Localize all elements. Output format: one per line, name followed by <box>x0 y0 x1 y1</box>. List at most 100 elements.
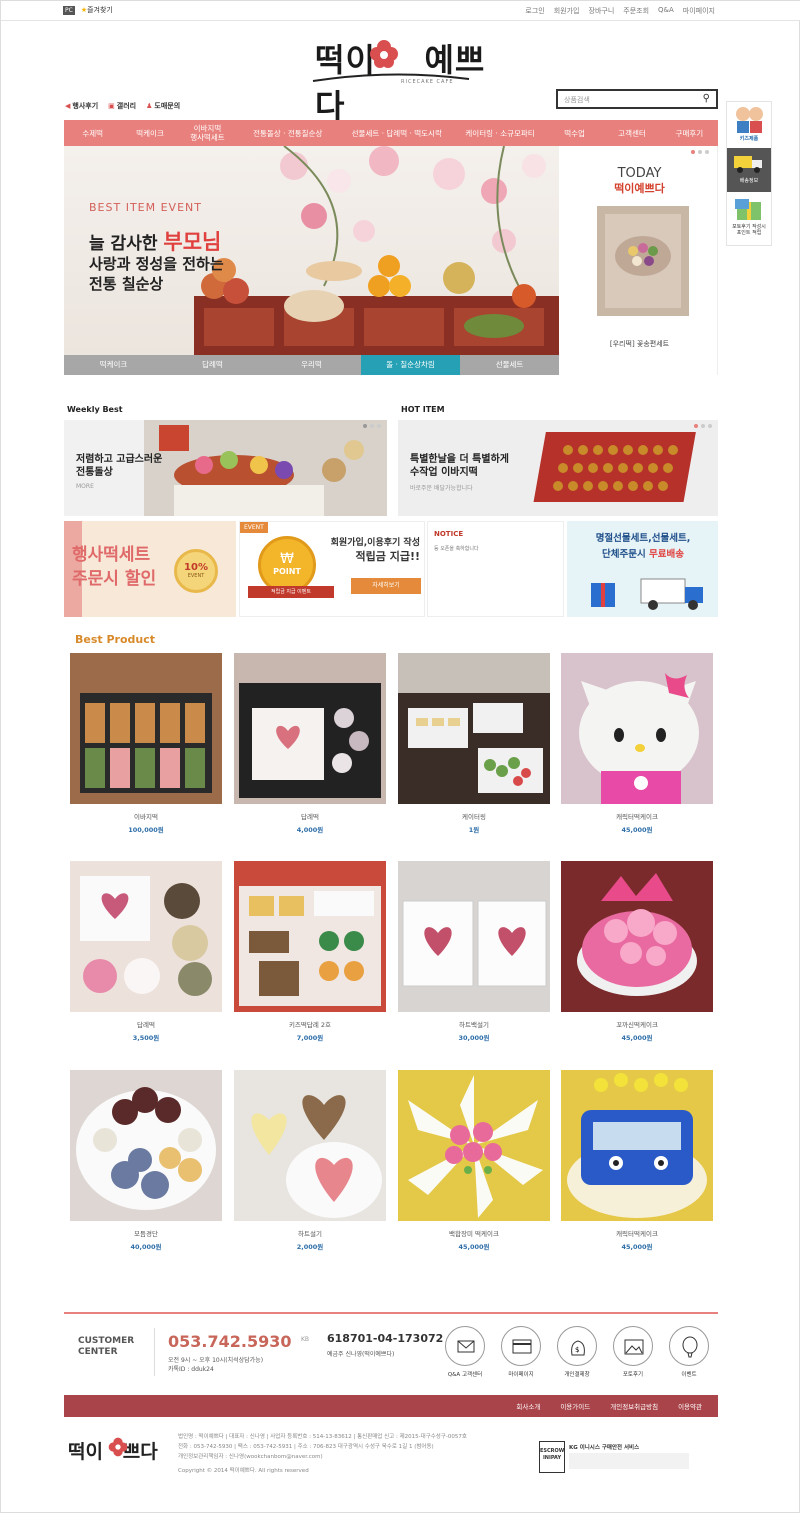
product-name[interactable]: 백합장미 떡케이크 <box>398 1228 550 1238</box>
nav-item[interactable]: 떡케이크 <box>121 129 178 138</box>
nav-item[interactable]: 수제떡 <box>64 129 121 138</box>
weekly-dots[interactable] <box>363 424 381 428</box>
weekly-best-banner[interactable]: 저렴하고 고급스러운 전통돌상 MORE <box>64 420 387 516</box>
product-name[interactable]: 답례떡 <box>234 811 386 821</box>
event-set-banner[interactable]: 행사떡세트 주문시 할인 10% EVENT <box>64 521 236 617</box>
product-name[interactable]: 모듬경단 <box>70 1228 222 1238</box>
product-name[interactable]: 하트설기 <box>234 1228 386 1238</box>
nav-item[interactable]: 선물세트 · 답례떡 · 떡도시락 <box>339 129 454 138</box>
product-card[interactable]: 케이터링 1원 <box>398 653 550 834</box>
product-image[interactable] <box>561 1070 713 1221</box>
notice-item[interactable]: 등 오픈을 축하합니다 <box>434 545 479 552</box>
side-shipping[interactable]: 배송정보 <box>727 148 771 192</box>
product-name[interactable]: 하트백설기 <box>398 1019 550 1029</box>
product-image[interactable] <box>234 861 386 1012</box>
product-card[interactable]: 모듬경단 40,000원 <box>70 1070 222 1251</box>
product-card[interactable]: 캐릭터떡케이크 45,000원 <box>561 653 713 834</box>
payment-button[interactable]: $ 개인결제창 <box>556 1326 598 1378</box>
product-name[interactable]: 답례떡 <box>70 1019 222 1029</box>
product-image[interactable] <box>70 653 222 804</box>
product-card[interactable]: 백합장미 떡케이크 45,000원 <box>398 1070 550 1251</box>
photo-review-button[interactable]: 포토후기 <box>612 1326 654 1378</box>
product-name[interactable]: 캐릭터떡케이크 <box>561 1228 713 1238</box>
search-icon[interactable]: ⚲ <box>703 93 710 104</box>
about-link[interactable]: 회사소개 <box>516 1401 540 1411</box>
nav-item[interactable]: 고객센터 <box>603 129 660 138</box>
mypage-link[interactable]: 마이페이지 <box>683 6 715 16</box>
product-price: 2,000원 <box>296 1243 324 1251</box>
product-card[interactable]: 캐릭터떡케이크 45,000원 <box>561 1070 713 1251</box>
nav-item[interactable]: 케이터링 · 소규모파티 <box>454 129 546 138</box>
site-logo[interactable]: 떡이 예쁘다 RICECAKE CAFE <box>301 31 501 125</box>
join-link[interactable]: 회원가입 <box>554 6 580 16</box>
product-image[interactable] <box>561 653 713 804</box>
product-name[interactable]: 케이터링 <box>398 811 550 821</box>
product-image[interactable] <box>398 1070 550 1221</box>
today-caption[interactable]: [우리떡] 꽃송편세트 <box>561 339 718 349</box>
hero-banner[interactable]: BEST ITEM EVENT 늘 감사한 부모님 사랑과 정성을 전하는 전통 … <box>64 146 559 356</box>
order-link[interactable]: 주문조회 <box>623 6 649 16</box>
nav-item[interactable]: 이바지떡 행사떡세트 <box>179 124 236 142</box>
today-dots[interactable] <box>691 150 709 154</box>
product-image[interactable] <box>398 861 550 1012</box>
product-image[interactable] <box>234 1070 386 1221</box>
hero-tab[interactable]: 우리떡 <box>262 355 361 375</box>
search-input[interactable]: 상품검색 ⚲ <box>556 89 718 109</box>
review-link[interactable]: ◀ 행사후기 <box>65 101 98 111</box>
product-name[interactable]: 키즈떡답례 2호 <box>234 1019 386 1029</box>
privacy-link[interactable]: 개인정보취급방침 <box>610 1401 658 1411</box>
wholesale-link[interactable]: ♟ 도매문의 <box>146 101 180 111</box>
more-button[interactable]: 자세히보기 <box>351 578 421 594</box>
logo-sub: RICECAKE CAFE <box>401 79 454 85</box>
product-price: 4,000원 <box>296 826 324 834</box>
product-name[interactable]: 꼬까신떡케이크 <box>561 1019 713 1029</box>
product-card[interactable]: 키즈떡답례 2호 7,000원 <box>234 861 386 1042</box>
hot-item-banner[interactable]: 특별한날을 더 특별하게 수작업 이바지떡 바로주문 배달가능합니다 <box>398 420 718 516</box>
notice-title: NOTICE <box>434 530 464 538</box>
truck-icon <box>734 156 762 173</box>
nav-item[interactable]: 전통돌상 · 전통칠순상 <box>236 129 339 138</box>
qna-link[interactable]: Q&A <box>658 6 674 16</box>
mypage-button[interactable]: 마이페이지 <box>500 1326 542 1378</box>
product-price: 30,000원 <box>458 1034 490 1042</box>
weekly-more-link[interactable]: MORE <box>76 483 94 490</box>
product-image[interactable] <box>70 1070 222 1221</box>
product-card[interactable]: 꼬까신떡케이크 45,000원 <box>561 861 713 1042</box>
favorite-link[interactable]: ★즐겨찾기 <box>81 5 113 15</box>
hot-sub: 바로주문 배달가능합니다 <box>410 485 473 492</box>
product-card[interactable]: 답례떡 3,500원 <box>70 861 222 1042</box>
notice-box[interactable]: NOTICE 등 오픈을 축하합니다 <box>427 521 564 617</box>
qna-button[interactable]: Q&A 고객센터 <box>444 1326 486 1378</box>
hero-tab[interactable]: 떡케이크 <box>64 355 163 375</box>
nav-item[interactable]: 구매후기 <box>661 129 718 138</box>
point-event-banner[interactable]: EVENT ₩ POINT 적립금 지급 이벤트 회원가입,이용후기 작성 적립금 … <box>239 521 425 617</box>
product-image[interactable] <box>398 653 550 804</box>
hero-tab[interactable]: 답례떡 <box>163 355 262 375</box>
product-card[interactable]: 하트백설기 30,000원 <box>398 861 550 1042</box>
product-image[interactable] <box>234 653 386 804</box>
login-link[interactable]: 로그인 <box>525 6 544 16</box>
product-card[interactable]: 이바지떡 100,000원 <box>70 653 222 834</box>
escrow-badge[interactable]: ESCROW INIPAY KG 이니시스 구매안전 서비스 <box>539 1441 719 1475</box>
event-button[interactable]: 이벤트 <box>668 1326 710 1378</box>
free-shipping-banner[interactable]: 명절선물세트,선물세트, 단체주문시 무료배송 <box>567 521 718 617</box>
product-image[interactable] <box>70 861 222 1012</box>
product-card[interactable]: 답례떡 4,000원 <box>234 653 386 834</box>
info-line3: 개인정보관리책임자 : 신나영(wookchanbom@naver.com) <box>178 1454 323 1460</box>
today-product-image[interactable] <box>597 206 689 316</box>
gallery-link[interactable]: ▣ 갤러리 <box>108 101 136 111</box>
nav-item[interactable]: 떡수업 <box>546 129 603 138</box>
product-image[interactable] <box>561 861 713 1012</box>
hero-tab-active[interactable]: 돌 · 칠순상차림 <box>361 355 460 375</box>
guide-link[interactable]: 이용가이드 <box>560 1401 590 1411</box>
hero-tab[interactable]: 선물세트 <box>460 355 559 375</box>
product-name[interactable]: 캐릭터떡케이크 <box>561 811 713 821</box>
cart-link[interactable]: 장바구니 <box>589 6 615 16</box>
hero-title-a: 늘 감사한 <box>89 234 164 254</box>
product-card[interactable]: 하트설기 2,000원 <box>234 1070 386 1251</box>
hot-dots[interactable] <box>694 424 712 428</box>
product-name[interactable]: 이바지떡 <box>70 811 222 821</box>
terms-link[interactable]: 이용약관 <box>678 1401 702 1411</box>
side-kids[interactable]: 키즈제품 <box>727 104 771 142</box>
side-photo-review[interactable]: 포토후기 작성시 포인트 적립 <box>727 196 771 236</box>
